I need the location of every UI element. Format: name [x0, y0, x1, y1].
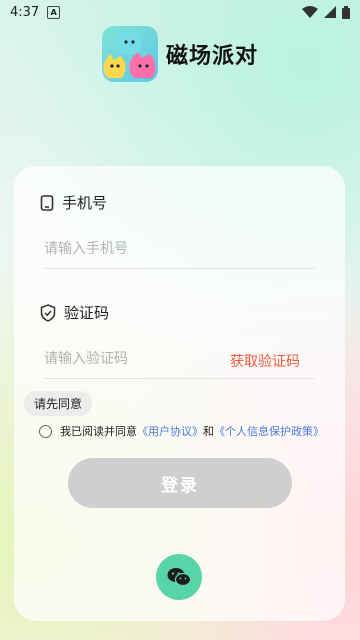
app-logo	[101, 26, 158, 82]
get-code-button[interactable]: 获取验证码	[230, 351, 300, 371]
agreement-radio[interactable]	[39, 424, 52, 438]
phone-label-row: 手机号	[40, 192, 107, 213]
wechat-login-button[interactable]	[156, 554, 202, 600]
user-agreement-link[interactable]: 《用户协议》	[137, 423, 203, 439]
status-time: 4:37	[10, 4, 40, 20]
privacy-policy-link[interactable]: 《个人信息保护政策》	[214, 423, 324, 439]
agreement-and: 和	[203, 425, 214, 438]
agreement-row: 我已阅读并同意 《用户协议》 和 《个人信息保护政策》	[39, 423, 324, 439]
phone-label: 手机号	[62, 194, 108, 212]
battery-icon	[342, 5, 350, 19]
app-header: 磁场派对	[0, 24, 360, 84]
agreement-prefix: 我已阅读并同意	[60, 425, 137, 438]
status-bar: 4:37 A	[0, 0, 360, 24]
notification-icon: A	[47, 5, 61, 19]
wifi-icon	[302, 6, 318, 18]
signal-icon	[324, 6, 336, 18]
agree-first-tooltip: 请先同意	[24, 391, 93, 416]
phone-icon	[40, 194, 54, 211]
login-card: 手机号 验证码 获取验证码 请先同意 我已阅读并同意 《用户协议》 和 《个人信…	[14, 166, 345, 621]
app-title: 磁场派对	[165, 44, 258, 69]
wechat-icon	[167, 568, 191, 587]
code-label: 验证码	[64, 304, 110, 322]
phone-input[interactable]	[44, 230, 315, 269]
shield-icon	[40, 303, 56, 322]
login-button[interactable]: 登录	[68, 458, 292, 508]
code-label-row: 验证码	[40, 302, 109, 323]
